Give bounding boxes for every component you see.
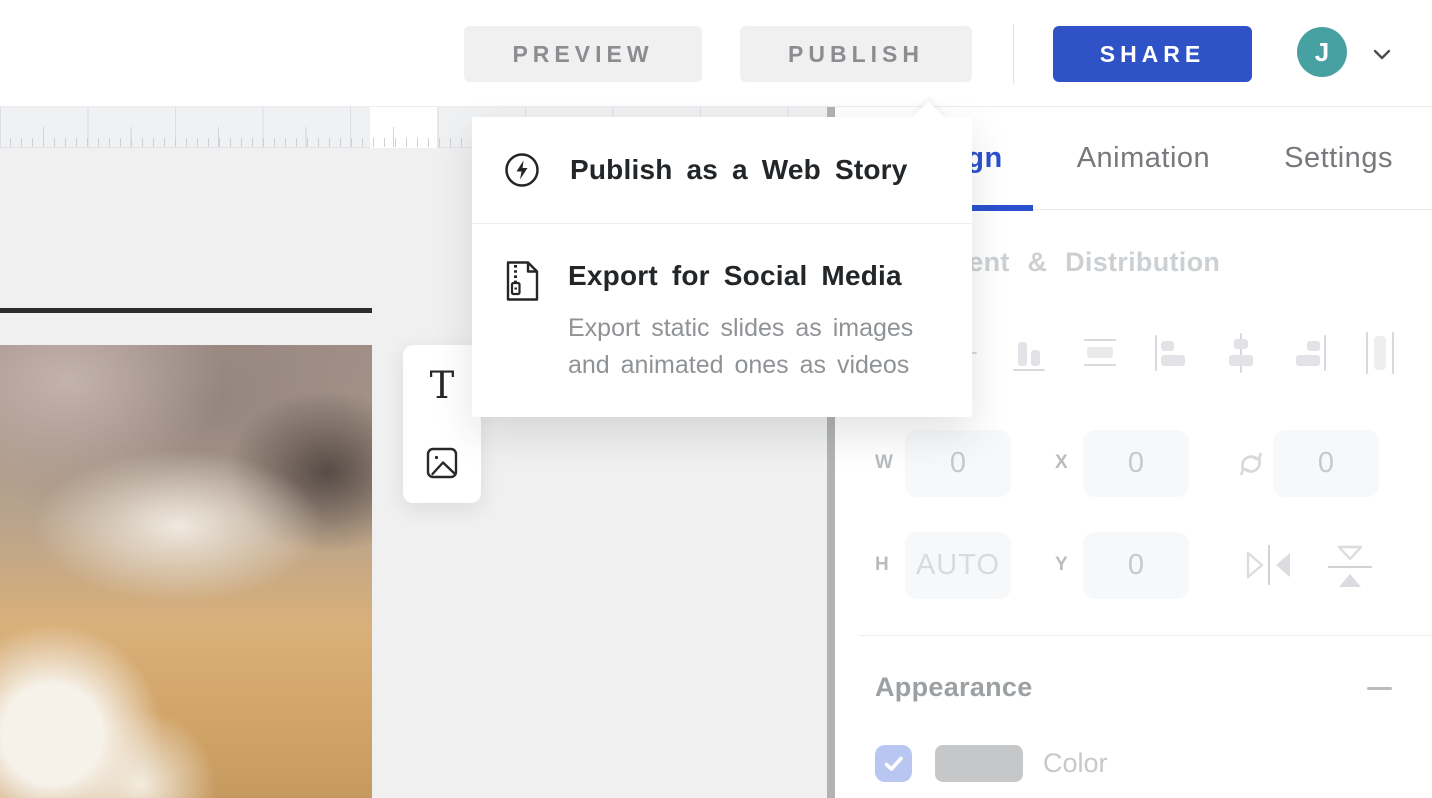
color-label: Color bbox=[1043, 748, 1108, 779]
menu-item-title: Publish as a Web Story bbox=[570, 154, 908, 186]
image-tool-button[interactable] bbox=[420, 441, 464, 485]
section-divider bbox=[859, 635, 1432, 636]
top-bar: PREVIEW PUBLISH SHARE J bbox=[0, 0, 1432, 107]
appearance-section-title: Appearance bbox=[875, 672, 1033, 703]
menu-item-description: Export static slides as images and anima… bbox=[568, 310, 913, 384]
color-enabled-checkbox[interactable] bbox=[875, 745, 912, 782]
chevron-down-icon[interactable] bbox=[1368, 40, 1396, 68]
x-input[interactable] bbox=[1083, 430, 1189, 497]
avatar[interactable]: J bbox=[1297, 27, 1347, 77]
tab-animation[interactable]: Animation bbox=[1047, 107, 1240, 210]
transform-row-1: W X bbox=[835, 430, 1432, 497]
transform-row-2: H Y bbox=[835, 532, 1432, 599]
slide-divider-element[interactable] bbox=[0, 308, 372, 313]
align-left-icon[interactable] bbox=[1153, 330, 1189, 376]
text-tool-button[interactable]: T bbox=[420, 363, 464, 407]
checkmark-icon bbox=[884, 756, 904, 772]
flip-vertical-icon[interactable] bbox=[1325, 542, 1375, 592]
x-label: X bbox=[1055, 452, 1068, 474]
align-right-icon[interactable] bbox=[1292, 330, 1328, 376]
align-center-horizontal-icon[interactable] bbox=[1224, 330, 1258, 376]
publish-button[interactable]: PUBLISH bbox=[740, 26, 972, 82]
text-tool-icon: T bbox=[430, 367, 455, 404]
rotation-input[interactable] bbox=[1273, 430, 1379, 497]
height-label: H bbox=[875, 554, 889, 576]
color-swatch[interactable] bbox=[935, 745, 1023, 782]
height-input[interactable] bbox=[905, 532, 1011, 599]
tab-settings[interactable]: Settings bbox=[1254, 107, 1423, 210]
share-button[interactable]: SHARE bbox=[1053, 26, 1252, 82]
distribute-horizontal-icon[interactable] bbox=[1363, 330, 1397, 376]
story-editor-app: T Design Animation Settings Alignment & … bbox=[0, 0, 1432, 798]
preview-button[interactable]: PREVIEW bbox=[464, 26, 702, 82]
slide-dog-photo[interactable] bbox=[0, 345, 372, 798]
menu-item-publish-web-story[interactable]: Publish as a Web Story bbox=[472, 117, 972, 223]
zip-file-icon bbox=[504, 260, 540, 384]
header-divider bbox=[1013, 24, 1014, 84]
menu-item-title: Export for Social Media bbox=[568, 260, 902, 291]
align-bottom-icon[interactable] bbox=[1012, 330, 1046, 376]
flip-horizontal-icon[interactable] bbox=[1243, 542, 1295, 588]
rotate-icon[interactable] bbox=[1237, 449, 1265, 479]
width-label: W bbox=[875, 452, 893, 474]
image-tool-icon bbox=[424, 445, 460, 481]
menu-item-export-social[interactable]: Export for Social Media Export static sl… bbox=[472, 224, 972, 384]
y-label: Y bbox=[1055, 554, 1068, 576]
lightning-circle-icon bbox=[504, 152, 540, 188]
element-toolbar: T bbox=[403, 345, 481, 503]
y-input[interactable] bbox=[1083, 532, 1189, 599]
distribute-vertical-icon[interactable] bbox=[1081, 330, 1119, 376]
publish-dropdown-menu: Publish as a Web Story Export for Social… bbox=[472, 117, 972, 417]
width-input[interactable] bbox=[905, 430, 1011, 497]
collapse-section-icon[interactable] bbox=[1367, 687, 1392, 690]
